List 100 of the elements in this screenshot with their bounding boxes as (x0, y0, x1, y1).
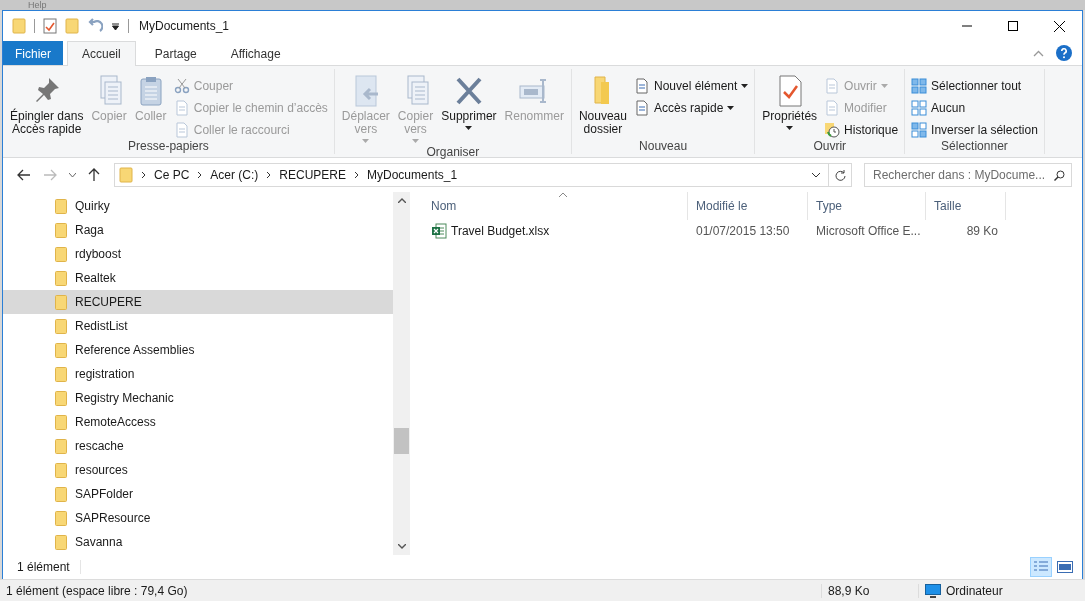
ribbon-button[interactable]: Aucun (909, 98, 1040, 117)
history-icon (824, 121, 841, 138)
ribbon-tab[interactable]: Partage (139, 41, 212, 65)
up-arrow-icon[interactable] (88, 168, 100, 182)
folder-icon (55, 198, 67, 214)
tree-item[interactable]: SAPFolder (3, 482, 393, 506)
monitor-icon (925, 583, 941, 598)
ribbon-button[interactable]: Propriétés (759, 72, 821, 139)
folder-icon (55, 270, 67, 286)
ribbon-tab[interactable]: Accueil (67, 41, 136, 66)
file-name[interactable]: Travel Budget.xlsx (451, 224, 550, 238)
breadcrumb[interactable]: Ce PC (154, 168, 190, 182)
tree-item[interactable]: rescache (3, 434, 393, 458)
ribbon-button[interactable]: Historique (822, 120, 901, 139)
breadcrumb[interactable]: MyDocuments_1 (367, 168, 458, 182)
chevron-icon[interactable] (141, 171, 146, 179)
menu-text: Help (28, 0, 47, 10)
folder-icon (55, 534, 67, 550)
status-location: Ordinateur (946, 583, 1003, 598)
ribbon-button[interactable]: Épingler dans Accès rapide (7, 72, 87, 139)
scrollbar[interactable] (393, 192, 410, 555)
column-header[interactable]: Type (808, 192, 926, 220)
tree-item[interactable]: Realtek (3, 266, 393, 290)
ribbon-group-label: Organiser (425, 145, 481, 159)
tree-item[interactable]: RedistList (3, 314, 393, 338)
column-header[interactable]: Nom (423, 192, 688, 220)
scroll-down-icon[interactable] (397, 544, 406, 549)
pencil-document-icon (824, 99, 841, 116)
folder-icon (55, 414, 67, 430)
folder-icon (55, 462, 67, 478)
checked-document-icon[interactable] (43, 18, 57, 34)
folder-icon (55, 366, 67, 382)
tree-item[interactable]: rdyboost (3, 242, 393, 266)
grid-icon (911, 121, 928, 138)
tree-item[interactable]: registration (3, 362, 393, 386)
folder-icon (55, 390, 67, 406)
folder-icon (55, 222, 67, 238)
status-size: 88,9 Ko (821, 583, 918, 598)
folder-icon (55, 342, 67, 358)
ribbon-button[interactable]: Nouvel élément (631, 76, 751, 95)
ribbon-button[interactable]: Sélectionner tout (909, 76, 1040, 95)
collapse-ribbon-icon[interactable] (1033, 49, 1044, 57)
window-title: MyDocuments_1 (139, 19, 230, 33)
document-icon (824, 77, 841, 94)
chevron-icon[interactable] (197, 171, 203, 179)
picture-icon (1057, 561, 1073, 573)
folder-icon (55, 246, 67, 262)
column-header[interactable]: Modifié le (688, 192, 808, 220)
scrollbar-thumb[interactable] (394, 428, 409, 454)
table-cell-text: 89 Ko (965, 224, 999, 238)
list-icon (1033, 561, 1049, 573)
folder-icon (55, 510, 67, 526)
caret-icon[interactable] (111, 21, 120, 31)
table-cell-text: 01/07/2015 13:50 (695, 224, 791, 238)
undo-icon[interactable] (87, 18, 103, 34)
folder-icon (119, 167, 133, 183)
item-count: 1 élément (17, 560, 81, 574)
spreadsheet-file-icon (431, 223, 447, 239)
folder-icon (55, 486, 67, 502)
tree-item[interactable]: Registry Mechanic (3, 386, 393, 410)
tree-item[interactable]: resources (3, 458, 393, 482)
sort-caret-icon (559, 192, 567, 197)
breadcrumb[interactable]: RECUPERE (279, 168, 347, 182)
help-icon[interactable] (1056, 45, 1072, 61)
address-field[interactable]: Ce PC Acer (C:) RECUPERE MyDocuments_1 (114, 163, 852, 187)
file-row[interactable]: Travel Budget.xlsx 01/07/2015 13:50 Microsoft Office E... 89 Ko (423, 220, 1082, 242)
ribbon-group-label: Sélectionner (940, 139, 1009, 154)
folder-icon (55, 438, 67, 454)
back-arrow-icon[interactable] (17, 169, 31, 181)
scissors-icon (173, 77, 190, 94)
tree-item[interactable]: RECUPERE (3, 290, 393, 314)
ribbon-group-label: Presse-papiers (127, 139, 210, 154)
tree-item[interactable]: Quirky (3, 194, 393, 218)
search-icon (1054, 169, 1065, 181)
tree-item[interactable]: Savanna (3, 530, 393, 554)
refresh-icon[interactable] (834, 169, 846, 181)
ribbon-button[interactable]: Supprimer (438, 72, 500, 145)
tree-item[interactable]: RemoteAccess (3, 410, 393, 434)
tree-item[interactable]: Reference Assemblies (3, 338, 393, 362)
tree-item[interactable]: SAPResource (3, 506, 393, 530)
grid-icon (911, 99, 928, 116)
scroll-up-icon[interactable] (397, 198, 406, 203)
tree-item[interactable]: Raga (3, 218, 393, 242)
document-icon (633, 99, 650, 116)
breadcrumb[interactable]: Acer (C:) (210, 168, 259, 182)
ribbon-tab[interactable]: Affichage (215, 41, 296, 65)
chevron-icon[interactable] (354, 171, 360, 179)
column-header[interactable]: Taille (926, 192, 1006, 220)
ribbon-button[interactable]: Accès rapide (631, 98, 751, 117)
folder-icon (55, 318, 67, 334)
ribbon-button[interactable]: Nouveau dossier (575, 72, 630, 139)
ribbon-group-label: Ouvrir (812, 139, 848, 154)
grid-icon (911, 77, 928, 94)
chevron-icon[interactable] (266, 171, 272, 179)
caret-icon[interactable] (812, 172, 820, 178)
search-field[interactable]: Rechercher dans : MyDocume... (864, 163, 1072, 187)
maximize-icon (1008, 21, 1018, 31)
close-icon (1053, 20, 1065, 32)
ribbon-tab[interactable]: Fichier (3, 41, 63, 65)
ribbon-button[interactable]: Inverser la sélection (909, 120, 1040, 139)
